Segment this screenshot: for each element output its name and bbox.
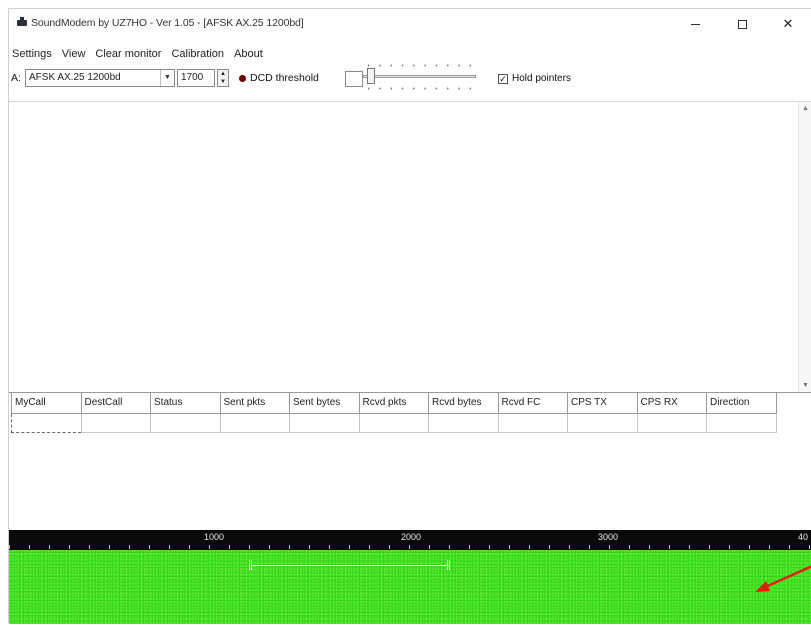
- dcd-threshold-slider[interactable]: [357, 60, 482, 94]
- ruler-label-1000: 1000: [204, 532, 225, 542]
- mode-select[interactable]: AFSK AX.25 1200bd ▼: [25, 69, 175, 87]
- frequency-spinner[interactable]: ▲ ▼: [217, 69, 229, 87]
- ruler-label-4000: 40: [798, 532, 809, 542]
- column-header-rcvd-bytes[interactable]: Rcvd bytes: [428, 393, 499, 414]
- table-cell[interactable]: [706, 412, 777, 433]
- close-icon: ✕: [782, 16, 794, 31]
- ruler-label-3000: 3000: [598, 532, 619, 542]
- frequency-input[interactable]: 1700: [177, 69, 215, 87]
- ruler-ticks: [9, 545, 811, 549]
- mode-select-value: AFSK AX.25 1200bd: [29, 72, 121, 83]
- hold-pointers-checkbox[interactable]: ✓: [498, 74, 508, 84]
- slider-ticks-bottom: [363, 87, 476, 90]
- app-icon: [17, 17, 27, 26]
- column-header-sent-bytes[interactable]: Sent bytes: [289, 393, 360, 414]
- minimize-button[interactable]: [674, 9, 716, 39]
- table-cell[interactable]: [219, 412, 290, 433]
- scroll-down-icon[interactable]: ▼: [802, 382, 809, 389]
- dcd-indicator-icon: [239, 75, 246, 82]
- table-cell[interactable]: [428, 412, 499, 433]
- column-header-mycall[interactable]: MyCall: [11, 393, 82, 414]
- connections-pane: MyCall DestCall Status Sent pkts Sent by…: [9, 392, 811, 530]
- table-row[interactable]: [11, 412, 777, 433]
- monitor-scrollbar[interactable]: ▲ ▼: [798, 102, 811, 392]
- channel-label: A:: [11, 72, 21, 84]
- waterfall-display[interactable]: [9, 550, 811, 624]
- bandwidth-marker-right[interactable]: [447, 560, 450, 570]
- minimize-icon: [690, 23, 700, 25]
- table-cell[interactable]: [567, 412, 638, 433]
- menu-view[interactable]: View: [57, 48, 91, 60]
- slider-track[interactable]: [363, 75, 476, 78]
- monitor-pane[interactable]: ▲ ▼: [9, 101, 811, 392]
- table-cell[interactable]: [636, 412, 707, 433]
- slider-ticks-top: [363, 64, 476, 67]
- column-header-rcvd-fc[interactable]: Rcvd FC: [497, 393, 568, 414]
- column-header-status[interactable]: Status: [150, 393, 221, 414]
- ruler-label-2000: 2000: [401, 532, 422, 542]
- column-header-destcall[interactable]: DestCall: [80, 393, 151, 414]
- menu-calibration[interactable]: Calibration: [166, 48, 229, 60]
- dcd-threshold-label: DCD threshold: [250, 72, 319, 84]
- column-header-rcvd-pkts[interactable]: Rcvd pkts: [358, 393, 429, 414]
- menu-about[interactable]: About: [229, 48, 268, 60]
- column-header-cps-tx[interactable]: CPS TX: [567, 393, 638, 414]
- slider-thumb[interactable]: [367, 68, 375, 84]
- chevron-down-icon[interactable]: ▼: [160, 70, 174, 86]
- hold-pointers-label: Hold pointers: [512, 73, 571, 84]
- table-cell[interactable]: [289, 412, 360, 433]
- table-header-row: MyCall DestCall Status Sent pkts Sent by…: [11, 393, 777, 414]
- annotation-arrow-icon: [755, 565, 811, 592]
- maximize-button[interactable]: [721, 9, 763, 39]
- maximize-icon: [737, 19, 747, 29]
- column-header-cps-rx[interactable]: CPS RX: [636, 393, 707, 414]
- toolbar: A: AFSK AX.25 1200bd ▼ 1700 ▲ ▼ DCD thres…: [9, 64, 811, 91]
- scroll-up-icon[interactable]: ▲: [802, 105, 809, 112]
- table-cell[interactable]: [497, 412, 568, 433]
- window-title: SoundModem by UZ7HO - Ver 1.05 - [AFSK A…: [31, 17, 304, 29]
- menu-clear-monitor[interactable]: Clear monitor: [90, 48, 166, 60]
- app-window: SoundModem by UZ7HO - Ver 1.05 - [AFSK A…: [8, 8, 811, 624]
- table-cell[interactable]: [150, 412, 221, 433]
- frequency-ruler[interactable]: 1000 2000 3000 40: [9, 530, 811, 550]
- table-cell[interactable]: [11, 412, 82, 433]
- bandwidth-line: [251, 565, 449, 566]
- connections-table: MyCall DestCall Status Sent pkts Sent by…: [11, 393, 777, 433]
- table-cell[interactable]: [358, 412, 429, 433]
- menu-settings[interactable]: Settings: [9, 48, 57, 60]
- close-button[interactable]: ✕: [767, 9, 809, 39]
- column-header-sent-pkts[interactable]: Sent pkts: [219, 393, 290, 414]
- title-bar[interactable]: SoundModem by UZ7HO - Ver 1.05 - [AFSK A…: [9, 9, 811, 39]
- table-cell[interactable]: [80, 412, 151, 433]
- column-header-direction[interactable]: Direction: [706, 393, 777, 414]
